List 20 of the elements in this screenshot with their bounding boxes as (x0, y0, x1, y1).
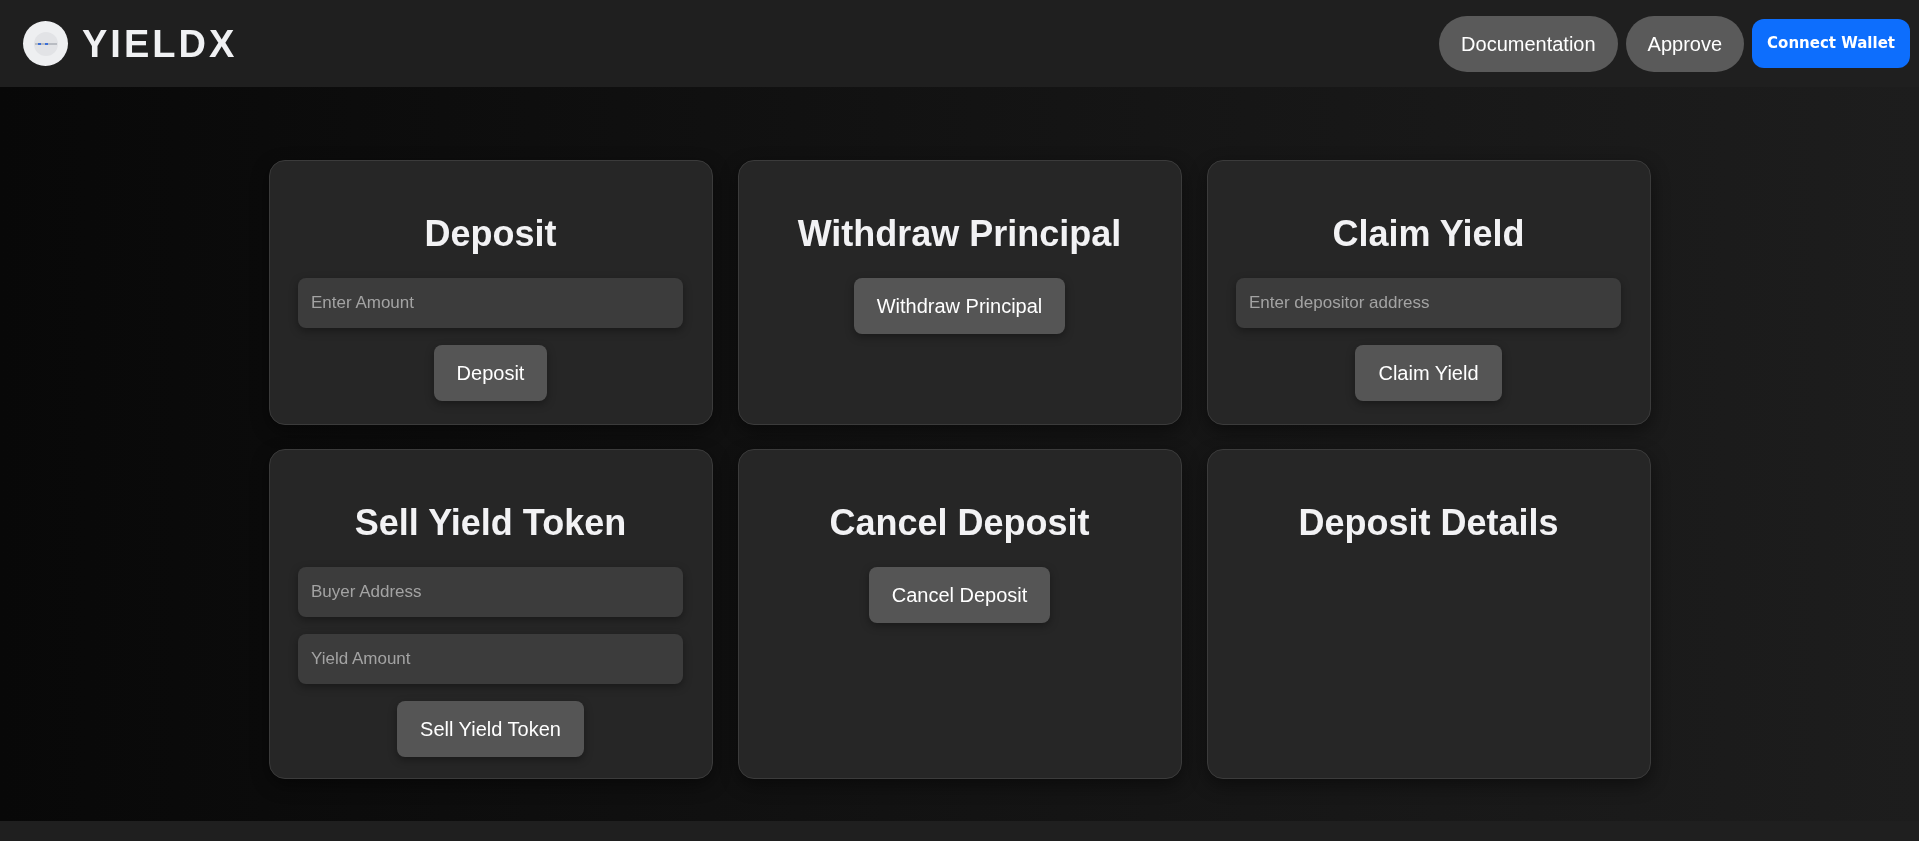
action-button[interactable]: Claim Yield (1355, 345, 1502, 402)
card-title: Cancel Deposit (829, 502, 1090, 544)
brand-name[interactable]: YIELDX (82, 24, 238, 63)
nav-button[interactable]: Documentation (1439, 15, 1618, 72)
input-field[interactable]: Buyer Address (298, 567, 683, 618)
card-title: Deposit (424, 213, 557, 255)
card-title: Withdraw Principal (797, 213, 1122, 255)
action-button[interactable]: Cancel Deposit (868, 567, 1051, 624)
input-field[interactable]: Enter Amount (298, 278, 683, 329)
connect-wallet-button[interactable]: Connect Wallet (1752, 19, 1910, 68)
logo-icon[interactable] (23, 21, 68, 66)
action-button[interactable]: Withdraw Principal (853, 278, 1066, 335)
input-field[interactable]: Yield Amount (298, 634, 683, 685)
action-button[interactable]: Deposit (433, 345, 548, 402)
card-title: Sell Yield Token (354, 502, 627, 544)
card-title: Claim Yield (1332, 213, 1525, 255)
card-title: Deposit Details (1298, 502, 1559, 544)
action-button[interactable]: Sell Yield Token (397, 701, 584, 758)
input-field[interactable]: Enter depositor address (1236, 278, 1621, 329)
nav-button[interactable]: Approve (1625, 15, 1745, 72)
